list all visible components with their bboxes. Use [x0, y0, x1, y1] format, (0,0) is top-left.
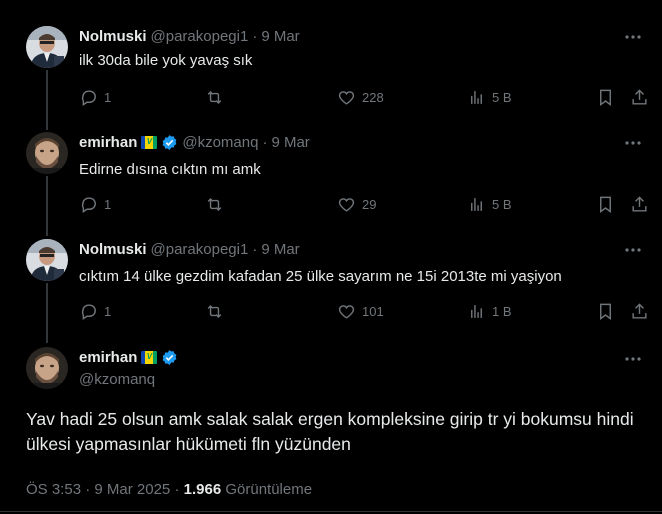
reply-button[interactable]: 1: [79, 302, 111, 321]
like-count: 29: [362, 197, 377, 212]
heart-icon: [338, 305, 355, 319]
tweet-header: Nolmuski @parakopegi1 · 9 Mar: [79, 28, 300, 45]
avatar[interactable]: [26, 347, 68, 389]
tweet-date[interactable]: 9 Mar: [261, 241, 299, 258]
like-button[interactable]: 29: [337, 195, 376, 214]
user-handle[interactable]: @kzomanq: [182, 134, 258, 151]
reply-icon: [81, 197, 96, 213]
reply-count: 1: [104, 90, 112, 105]
view-count: 1 B: [492, 304, 512, 319]
tweet-text: Edirne dısına cıktın mı amk: [79, 161, 261, 178]
display-name[interactable]: emirhan: [79, 349, 137, 366]
share-icon[interactable]: [630, 195, 649, 214]
view-label: Görüntüleme: [225, 481, 313, 498]
like-button[interactable]: 101: [337, 302, 384, 321]
reply-button[interactable]: 1: [79, 195, 111, 214]
thread-line: [46, 70, 48, 130]
reply-icon: [81, 304, 96, 320]
more-icon[interactable]: [624, 28, 642, 46]
bookmark-icon[interactable]: [596, 195, 615, 214]
separator: ·: [252, 28, 258, 45]
like-button[interactable]: 228: [337, 88, 384, 107]
retweet-button[interactable]: [205, 88, 230, 107]
share-icon[interactable]: [630, 302, 649, 321]
views-button[interactable]: 5 B: [467, 88, 512, 107]
flag-letter: V: [146, 137, 153, 146]
thread-line: [46, 176, 48, 236]
share-icon[interactable]: [630, 88, 649, 107]
tweet-time[interactable]: ÖS 3:53: [26, 481, 81, 498]
main-tweet-text: Yav hadi 25 olsun amk salak salak ergen …: [26, 409, 634, 454]
reply-count: 1: [104, 304, 112, 319]
tweet-header: Nolmuski @parakopegi1 · 9 Mar: [79, 241, 300, 258]
display-name[interactable]: emirhan: [79, 134, 137, 151]
user-handle[interactable]: @parakopegi1: [151, 28, 249, 45]
tweet-header: emirhan V @kzomanq · 9 Mar: [79, 134, 310, 151]
avatar-image: [26, 239, 68, 281]
retweet-button[interactable]: [205, 302, 230, 321]
more-icon[interactable]: [624, 241, 642, 259]
tweet-date[interactable]: 9 Mar 2025: [94, 481, 170, 498]
retweet-icon: [207, 304, 222, 319]
tweet-date[interactable]: 9 Mar: [271, 134, 309, 151]
retweet-button[interactable]: [205, 195, 230, 214]
main-tweet-name-row: emirhan V: [79, 349, 178, 366]
tweet-text: cıktım 14 ülke gezdim kafadan 25 ülke sa…: [79, 268, 562, 285]
view-count: 1.966: [183, 481, 222, 498]
heart-icon: [338, 91, 355, 105]
views-button[interactable]: 1 B: [467, 302, 512, 321]
heart-icon: [338, 198, 355, 212]
avatar[interactable]: [26, 132, 68, 174]
tweet-actions: 1 29 5 B: [79, 195, 649, 215]
tweet-actions: 1 101 1 B: [79, 302, 649, 322]
separator: ·: [252, 241, 258, 258]
divider: [0, 511, 662, 512]
retweet-icon: [207, 90, 222, 105]
views-button[interactable]: 5 B: [467, 195, 512, 214]
reply-button[interactable]: 1: [79, 88, 111, 107]
more-icon[interactable]: [624, 134, 642, 152]
views-icon: [471, 91, 482, 104]
flag-icon: V: [141, 136, 158, 149]
avatar-image: [26, 347, 68, 389]
display-name[interactable]: Nolmuski: [79, 28, 147, 45]
views-icon: [471, 198, 482, 211]
avatar[interactable]: [26, 239, 68, 281]
more-icon[interactable]: [624, 350, 642, 368]
views-icon: [471, 305, 482, 318]
separator: ·: [262, 134, 268, 151]
view-count: 5 B: [492, 197, 512, 212]
separator: ·: [174, 481, 180, 498]
flag-icon: V: [141, 351, 158, 364]
separator: ·: [85, 481, 91, 498]
bookmark-icon[interactable]: [596, 302, 615, 321]
avatar-image: [26, 26, 68, 68]
avatar[interactable]: [26, 26, 68, 68]
avatar-image: [26, 132, 68, 174]
tweet-meta: ÖS 3:53 · 9 Mar 2025 · 1.966 Görüntüleme: [26, 481, 312, 498]
tweet-date[interactable]: 9 Mar: [261, 28, 299, 45]
tweet-actions: 1 228 5 B: [79, 88, 649, 108]
reply-icon: [81, 90, 96, 106]
verified-badge-icon[interactable]: [161, 349, 178, 366]
thread-line: [46, 283, 48, 343]
verified-badge-icon[interactable]: [161, 134, 178, 151]
user-handle[interactable]: @kzomanq: [79, 371, 155, 388]
retweet-icon: [207, 197, 222, 212]
like-count: 101: [362, 304, 384, 319]
view-count: 5 B: [492, 90, 512, 105]
main-tweet-handle-row: @kzomanq: [79, 371, 155, 388]
user-handle[interactable]: @parakopegi1: [151, 241, 249, 258]
bookmark-icon[interactable]: [596, 88, 615, 107]
like-count: 228: [362, 90, 384, 105]
flag-letter: V: [146, 352, 153, 361]
reply-count: 1: [104, 197, 112, 212]
tweet-text: ilk 30da bile yok yavaş sık: [79, 52, 253, 69]
display-name[interactable]: Nolmuski: [79, 241, 147, 258]
